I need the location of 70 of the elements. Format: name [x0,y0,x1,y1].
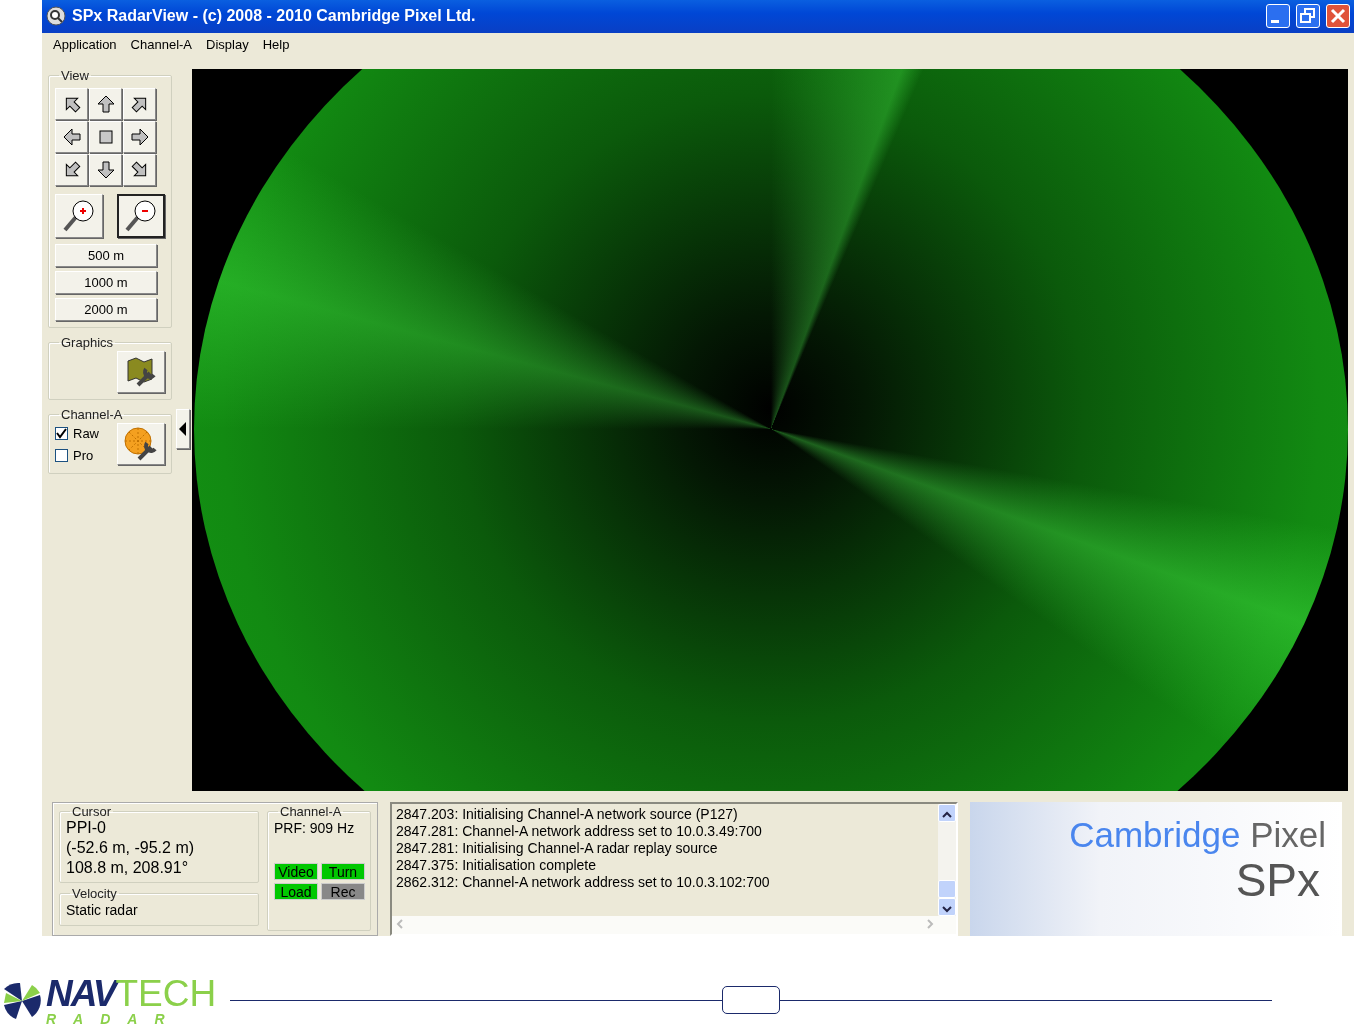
scroll-up-button[interactable] [938,804,956,823]
pan-button[interactable] [55,153,88,186]
log-line: 2847.375: Initialisation complete [396,857,598,875]
log-line: 2847.203: Initialising Channel-A network source (P127) [396,806,739,824]
menu-item[interactable]: Application [46,35,124,55]
product-name: SPx [1235,854,1320,906]
horizontal-scrollbar[interactable] [392,916,956,934]
zoom-out-icon [124,198,158,233]
checkbox-label: Pro [73,447,94,466]
status-indicator: Load [274,883,318,901]
prf-reading: PRF: 909 Hz [274,819,356,839]
group-label: Graphics [60,335,115,349]
checkbox[interactable] [55,427,68,441]
velocity-value: Static radar [66,901,139,921]
vertical-scrollbar[interactable] [938,804,956,916]
cursor-reading: 108.8 m, 208.91° [66,858,190,879]
log-line: 2847.281: Initialising Channel-A radar replay source [396,840,719,858]
scroll-thumb[interactable] [938,880,956,898]
map-settings-button[interactable] [117,350,165,393]
cursor-reading: (-52.6 m, -95.2 m) [66,838,196,859]
status-indicator: Turn [321,863,365,881]
pan-button[interactable] [123,120,156,153]
minimize-icon [1271,20,1279,23]
group-label: View [60,68,90,82]
log-line: 2847.281: Channel-A network address set to 10.0.3.49:700 [396,823,763,841]
map-wrench-icon [124,354,158,389]
range-button[interactable]: 2000 m [55,297,157,321]
checkbox[interactable] [55,449,68,463]
log-line: 2862.312: Channel-A network address set to 10.0.3.102:700 [396,874,771,892]
zoom-in-button[interactable] [55,193,103,238]
pan-button[interactable] [89,153,122,186]
window-title: SPx RadarView - (c) 2008 - 2010 Cambridge Pixel Ltd. [72,6,476,27]
status-indicator: Video [274,863,318,881]
collapse-button[interactable] [176,408,190,449]
cursor-reading: PPI-0 [66,818,107,839]
group-label: Channel-A [279,805,343,819]
check-icon [56,428,67,440]
dial-wrench-icon [123,425,159,462]
brand-name: Cambridge [1069,815,1241,855]
checkbox-label: Raw [73,425,99,444]
pan-button[interactable] [55,120,88,153]
group-label: Velocity [71,887,118,901]
brand-name: Pixel [1250,815,1326,855]
scroll-down-button[interactable] [938,898,956,916]
range-button[interactable]: 1000 m [55,270,157,294]
checkbox-row[interactable]: Pro [55,444,99,467]
magnifier-icon [46,6,66,27]
center-button[interactable] [89,120,122,153]
pan-button[interactable] [89,87,122,120]
logo-tagline: RADAR [46,1012,183,1026]
fan-blade-icon [2,980,42,1021]
group-label: Cursor [71,805,112,819]
left-triangle-icon [179,421,187,436]
menu-item[interactable]: Display [199,35,256,55]
status-indicator: Rec [321,883,365,901]
checkbox-row[interactable]: Raw [55,422,99,445]
menu-item[interactable]: Channel-A [123,35,200,55]
zoom-out-button[interactable] [117,193,165,238]
zoom-in-icon [62,198,96,233]
radar-settings-button[interactable] [117,422,165,465]
group-label: Channel-A [60,407,124,421]
menu-item[interactable]: Help [255,35,297,55]
pan-button[interactable] [123,153,156,186]
square-icon [97,128,114,145]
minimize-button[interactable] [1266,4,1290,29]
restore-button[interactable] [1296,4,1320,29]
pan-button[interactable] [123,87,156,120]
range-button[interactable]: 500 m [55,243,157,267]
close-button[interactable] [1326,4,1350,29]
pan-button[interactable] [55,87,88,120]
